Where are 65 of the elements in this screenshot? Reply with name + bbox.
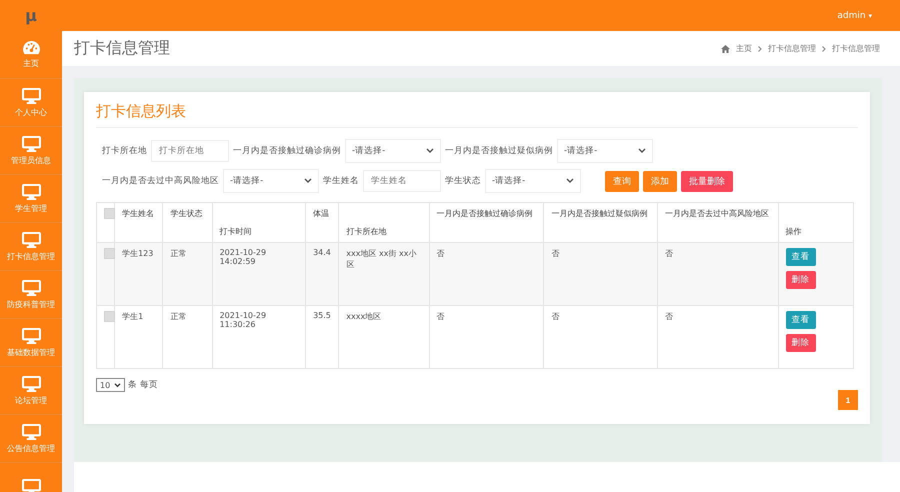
table-cell: 正常: [162, 306, 212, 368]
checkbox[interactable]: [104, 248, 115, 259]
logo: μ: [25, 6, 37, 25]
breadcrumb-link[interactable]: 打卡信息管理: [832, 43, 880, 54]
row-button[interactable]: 删除: [786, 271, 816, 289]
table-cell: 34.4: [306, 242, 339, 306]
breadcrumb-link[interactable]: 主页: [736, 43, 752, 54]
filter-label: 一月内是否接触过疑似病例: [445, 145, 553, 157]
filter-label: 一月内是否接触过确诊病例: [233, 145, 341, 157]
home-icon: [721, 44, 730, 52]
page-size-label: 条 每页: [128, 379, 158, 391]
breadcrumb-link[interactable]: 打卡信息管理: [768, 43, 816, 54]
chevron-icon: [822, 46, 826, 52]
monitor-icon: [22, 136, 40, 152]
monitor-icon: [22, 184, 40, 200]
filter-label: 一月内是否去过中高风险地区: [102, 175, 219, 187]
monitor-icon: [22, 424, 40, 440]
monitor-icon: [22, 88, 40, 104]
chevron-down-icon: [566, 178, 574, 184]
checkbox[interactable]: [104, 208, 115, 219]
filter-label: 学生姓名: [323, 175, 359, 187]
table-cell: 学生1: [114, 306, 163, 368]
filter-label: 学生状态: [445, 175, 481, 187]
filter-select[interactable]: -请选择-: [223, 169, 319, 193]
table-cell: xxx地区 xx街 xx小区: [338, 242, 430, 306]
table-cell: 否: [657, 306, 778, 368]
row-button[interactable]: 查看: [786, 248, 816, 266]
row-button[interactable]: 删除: [786, 334, 816, 352]
filter-input[interactable]: 学生姓名: [363, 170, 441, 192]
action-button[interactable]: 批量删除: [681, 170, 733, 192]
checkbox[interactable]: [104, 311, 115, 322]
table-cell: 学生123: [114, 242, 163, 306]
monitor-icon: [22, 232, 40, 248]
table-cell: xxxx地区: [338, 306, 430, 368]
table-cell: 2021-10-29 11:30:26: [212, 306, 306, 368]
chevron-down-icon: [426, 148, 434, 154]
filter-select[interactable]: -请选择-: [557, 139, 653, 163]
card-title: 打卡信息列表: [96, 102, 858, 128]
action-button[interactable]: 添加: [643, 170, 677, 192]
page-title: 打卡信息管理: [74, 38, 170, 59]
action-button[interactable]: 查询: [605, 170, 639, 192]
filter-select[interactable]: -请选择-: [485, 169, 581, 193]
table-cell: 否: [544, 306, 658, 368]
page-size-select[interactable]: 10: [96, 378, 126, 392]
filter-label: 打卡所在地: [102, 145, 147, 157]
table-cell: 正常: [162, 242, 212, 306]
table-cell: 否: [657, 242, 778, 306]
dashboard-icon: [22, 40, 40, 55]
table-cell: 2021-10-29 14:02:59: [212, 242, 306, 306]
chevron-icon: [758, 46, 762, 52]
table-cell: 35.5: [306, 306, 339, 368]
chevron-down-icon: [114, 382, 122, 388]
monitor-icon: [22, 328, 40, 344]
monitor-icon: [22, 478, 40, 492]
filter-input[interactable]: 打卡所在地: [151, 140, 229, 162]
table-cell: 否: [429, 242, 544, 306]
chevron-down-icon: [638, 148, 646, 154]
table-cell: 否: [429, 306, 544, 368]
page-button[interactable]: 1: [838, 390, 858, 410]
monitor-icon: [22, 280, 40, 296]
monitor-icon: [22, 376, 40, 392]
row-button[interactable]: 查看: [786, 311, 816, 329]
table-cell: 否: [544, 242, 658, 306]
chevron-down-icon: [304, 178, 312, 184]
filter-select[interactable]: -请选择-: [345, 139, 441, 163]
